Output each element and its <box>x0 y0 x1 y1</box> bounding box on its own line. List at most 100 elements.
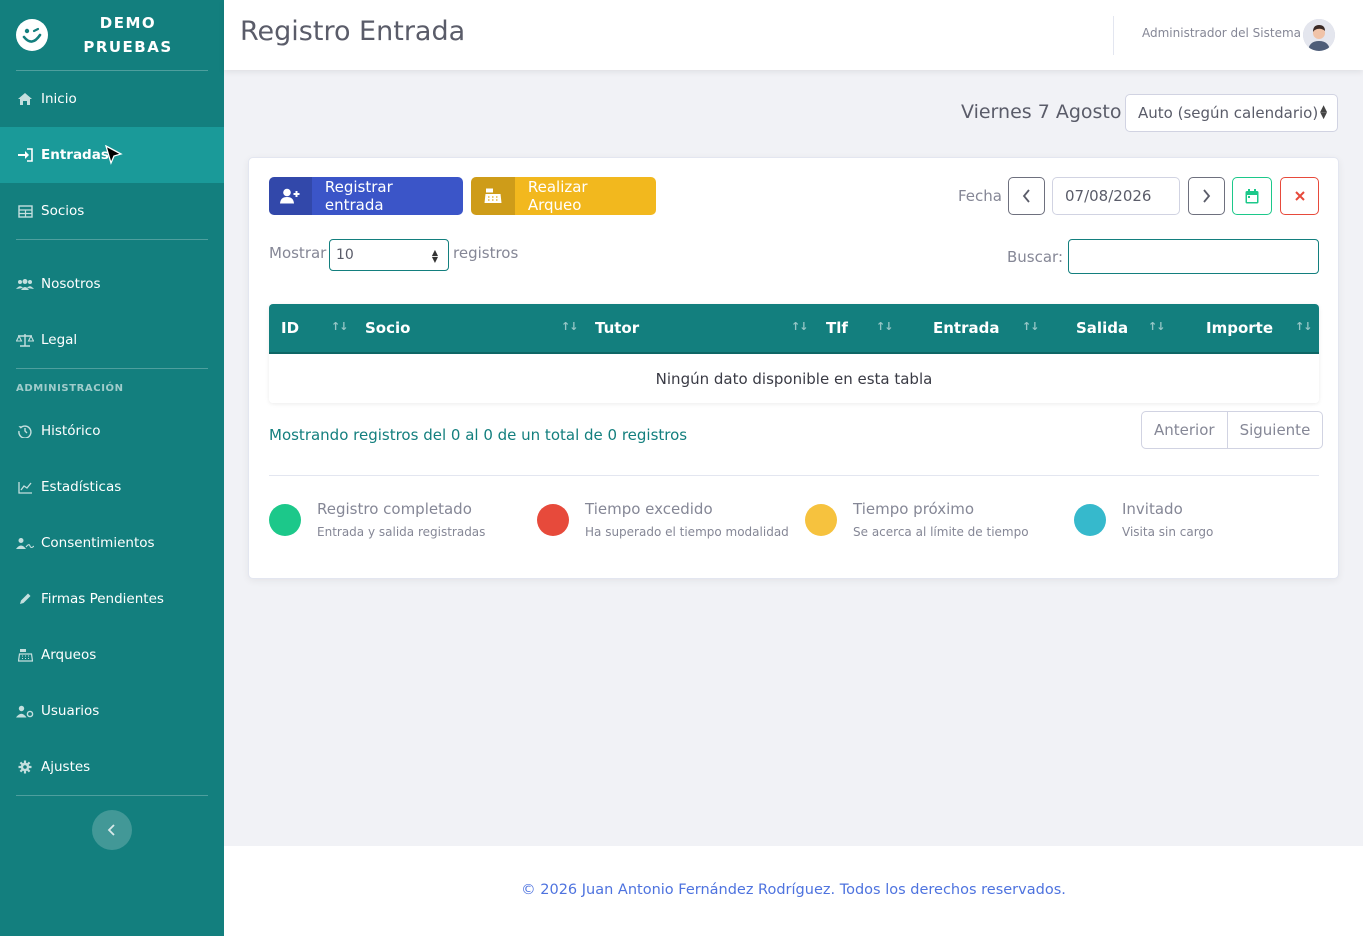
sidebar-item-socios[interactable]: Socios <box>0 183 224 239</box>
user-signature-icon <box>16 536 34 550</box>
clear-date-button[interactable] <box>1280 177 1319 215</box>
sort-icon: ↑↓ <box>1148 320 1165 333</box>
sidebar-item-legal[interactable]: Legal <box>0 312 224 368</box>
chevron-left-icon <box>107 824 115 836</box>
brand-logo-icon <box>16 19 48 51</box>
legend-subtitle: Visita sin cargo <box>1122 525 1214 539</box>
sidebar-item-usuarios[interactable]: Usuarios <box>0 683 224 739</box>
sidebar-toggle-button[interactable] <box>92 810 132 850</box>
brand[interactable]: DEMO PRUEBAS <box>0 0 224 70</box>
previous-day-button[interactable] <box>1008 177 1045 215</box>
chevron-right-icon <box>1203 189 1211 203</box>
entries-table: ID ↑↓ Socio ↑↓ Tutor ↑↓ Tlf ↑↓ Entrada ↑… <box>269 304 1319 403</box>
arqueo-label: Realizar Arqueo <box>527 178 588 214</box>
copyright-text: © 2026 Juan Antonio Fernández Rodríguez.… <box>521 882 1066 898</box>
column-header-salida[interactable]: Salida <box>1076 319 1128 337</box>
home-icon <box>16 92 34 106</box>
table-info: Mostrando registros del 0 al 0 de un tot… <box>269 426 688 444</box>
chevron-left-icon <box>1022 189 1030 203</box>
column-header-tlf[interactable]: Tlf <box>826 319 848 337</box>
column-header-entrada[interactable]: Entrada <box>933 319 999 337</box>
sidebar-divider <box>16 795 208 796</box>
sidebar-item-label: Estadísticas <box>41 479 122 495</box>
topbar: Registro Entrada Administrador del Siste… <box>224 0 1363 70</box>
user-cog-icon <box>16 704 34 718</box>
line-chart-icon <box>16 480 34 494</box>
legend-title: Registro completado <box>317 500 472 518</box>
show-entries-suffix: registros <box>453 244 519 262</box>
column-header-importe[interactable]: Importe <box>1206 319 1273 337</box>
mouse-cursor-icon <box>105 145 123 165</box>
schedule-mode-select[interactable]: Auto (según calendario) ▲ ▼ <box>1125 94 1338 132</box>
next-day-button[interactable] <box>1188 177 1225 215</box>
sidebar-item-label: Legal <box>41 332 78 348</box>
sidebar-item-inicio[interactable]: Inicio <box>0 71 224 127</box>
search-label: Buscar: <box>1007 248 1064 266</box>
next-page-button[interactable]: Siguiente <box>1226 412 1323 448</box>
legend-title: Tiempo excedido <box>585 500 713 518</box>
sidebar-item-historico[interactable]: Histórico <box>0 403 224 459</box>
previous-page-button[interactable]: Anterior <box>1142 412 1227 448</box>
sidebar-item-label: Ajustes <box>41 759 91 775</box>
legend-subtitle: Ha superado el tiempo modalidad <box>585 525 789 539</box>
sidebar-item-label: Nosotros <box>41 276 101 292</box>
column-header-tutor[interactable]: Tutor <box>595 319 639 337</box>
pagination: Anterior Siguiente <box>1141 411 1324 449</box>
sort-icon: ↑↓ <box>791 320 808 333</box>
legend-title: Invitado <box>1122 500 1183 518</box>
sort-icon: ↑↓ <box>876 320 893 333</box>
legend-subtitle: Se acerca al límite de tiempo <box>853 525 1029 539</box>
column-header-id[interactable]: ID <box>281 319 299 337</box>
sidebar-item-consentimientos[interactable]: Consentimientos <box>0 515 224 571</box>
select-caret-icon: ▲ ▼ <box>1320 104 1327 121</box>
schedule-mode-value: Auto (según calendario) <box>1138 104 1319 122</box>
register-entry-label: Registrar entrada <box>324 178 393 214</box>
sidebar-item-label: Firmas Pendientes <box>41 591 164 607</box>
arqueo-button[interactable]: Realizar Arqueo <box>471 177 656 215</box>
sidebar-item-nosotros[interactable]: Nosotros <box>0 256 224 312</box>
sidebar-item-firmas-pendientes[interactable]: Firmas Pendientes <box>0 571 224 627</box>
pen-icon <box>16 592 34 606</box>
table-header: ID ↑↓ Socio ↑↓ Tutor ↑↓ Tlf ↑↓ Entrada ↑… <box>269 304 1319 354</box>
brand-line-1: DEMO <box>99 14 157 32</box>
date-input[interactable]: 07/08/2026 <box>1052 177 1180 215</box>
table-empty-row: Ningún dato disponible en esta tabla <box>269 354 1319 403</box>
page-title: Registro Entrada <box>240 16 466 47</box>
search-input[interactable] <box>1068 239 1319 274</box>
topbar-divider <box>1113 16 1114 55</box>
sidebar-item-arqueos[interactable]: Arqueos <box>0 627 224 683</box>
current-date-label: Viernes 7 Agosto <box>961 101 1122 123</box>
calendar-button[interactable] <box>1232 177 1272 215</box>
sidebar-item-estadisticas[interactable]: Estadísticas <box>0 459 224 515</box>
user-name[interactable]: Administrador del Sistema <box>1142 26 1301 40</box>
register-entry-button[interactable]: Registrar entrada <box>269 177 463 215</box>
legend-title: Tiempo próximo <box>853 500 975 518</box>
brand-name: DEMO PRUEBAS <box>72 11 184 59</box>
sidebar-item-label: Arqueos <box>41 647 97 663</box>
select-caret-icon: ▲ ▼ <box>431 248 438 264</box>
sidebar: DEMO PRUEBAS Inicio Entradas Socios Noso… <box>0 0 224 936</box>
sort-icon: ↑↓ <box>331 320 348 333</box>
status-dot-green <box>269 504 301 536</box>
sidebar-item-label: Socios <box>41 203 85 219</box>
column-header-socio[interactable]: Socio <box>365 319 410 337</box>
avatar[interactable] <box>1303 19 1335 51</box>
close-icon <box>1294 191 1305 201</box>
calendar-icon <box>1245 188 1259 203</box>
legend-subtitle: Entrada y salida registradas <box>317 525 486 539</box>
sidebar-heading: ADMINISTRACIÓN <box>16 383 124 394</box>
fecha-label: Fecha <box>958 187 1002 205</box>
sort-icon: ↑↓ <box>1022 320 1039 333</box>
page-length-select[interactable]: 10 ▲ ▼ <box>329 239 449 271</box>
history-icon <box>16 424 34 438</box>
user-plus-icon <box>269 177 312 215</box>
footer: © 2026 Juan Antonio Fernández Rodríguez.… <box>224 846 1363 936</box>
sidebar-item-label: Entradas <box>41 147 109 163</box>
sidebar-item-ajustes[interactable]: Ajustes <box>0 739 224 795</box>
sidebar-item-label: Histórico <box>41 423 101 439</box>
gear-icon <box>16 760 34 774</box>
status-dot-red <box>537 504 569 536</box>
sidebar-item-label: Consentimientos <box>41 535 155 551</box>
entries-card: Registrar entrada Realizar Arqueo Fecha … <box>248 157 1339 579</box>
